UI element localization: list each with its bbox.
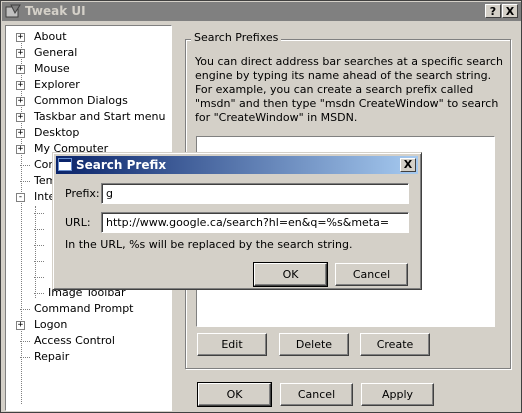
tree-connector [34,277,44,278]
tree-connector [34,229,44,230]
tree-item-label: Access Control [34,334,115,347]
tree-connector-line [21,40,22,404]
delete-button[interactable]: Delete [279,333,349,356]
expand-icon[interactable]: + [16,97,25,106]
expand-icon[interactable]: + [16,321,25,330]
tree-item-label: Common Dialogs [34,94,128,107]
tree-item-label: Explorer [34,78,80,91]
url-hint-text: In the URL, %s will be replaced by the s… [65,238,353,251]
tree-connector [34,293,44,294]
tweak-ui-window: Tweak UI ? X + About + General + Mouse + Exp… [0,0,522,413]
url-field[interactable]: http://www.google.ca/search?hl=en&q=%s&m… [101,212,409,233]
tree-connector [20,341,30,342]
expand-icon[interactable]: + [16,49,25,58]
expand-icon[interactable]: + [16,113,25,122]
dialog-ok-button[interactable]: OK [253,262,328,287]
description-text: You can direct address bar searches at a… [195,55,504,124]
tree-connector [34,213,44,214]
window-title: Tweak UI [25,4,86,18]
tree-connector [20,309,30,310]
tree-item-label: General [34,46,78,59]
expand-icon[interactable]: + [16,145,25,154]
expand-icon[interactable]: + [16,65,25,74]
help-button[interactable]: ? [485,4,501,18]
url-label: URL: [65,216,91,229]
dialog-close-button[interactable]: X [400,158,416,172]
expand-icon[interactable]: + [16,33,25,42]
tree-item-label: Desktop [34,126,80,139]
edit-button[interactable]: Edit [197,333,267,356]
tree-item-label: Command Prompt [34,302,134,315]
tree-connector [34,245,44,246]
tree-connector [34,261,44,262]
tree-item-label: Repair [34,350,70,363]
title-bar: Tweak UI ? X [2,2,521,21]
dialog-title-bar: Search Prefix X [56,156,418,174]
expand-icon[interactable]: + [16,81,25,90]
tree-connector [20,357,30,358]
tree-connector [20,181,30,182]
group-title: Search Prefixes [191,31,282,44]
collapse-icon[interactable]: - [16,193,25,202]
ok-button[interactable]: OK [197,382,272,407]
expand-icon[interactable]: + [16,129,25,138]
close-button[interactable]: X [502,4,518,18]
tree-item-label: Logon [34,318,68,331]
apply-button[interactable]: Apply [361,383,434,406]
tree-item-label: About [34,30,67,43]
prefix-label: Prefix: [65,187,100,200]
window-icon [58,158,72,171]
prefix-field[interactable]: g [101,183,409,204]
tree-connector-line [35,206,36,298]
search-prefix-dialog: Search Prefix X Prefix: g URL: http://ww… [52,152,422,290]
dialog-cancel-button[interactable]: Cancel [335,263,408,286]
tweak-ui-app-icon [5,4,21,18]
tree-item-label: Taskbar and Start menu [34,110,166,123]
tree-connector [20,165,30,166]
dialog-title: Search Prefix [76,158,167,172]
cancel-button[interactable]: Cancel [280,383,353,406]
tree-item-label: Mouse [34,62,70,75]
create-button[interactable]: Create [360,333,430,356]
